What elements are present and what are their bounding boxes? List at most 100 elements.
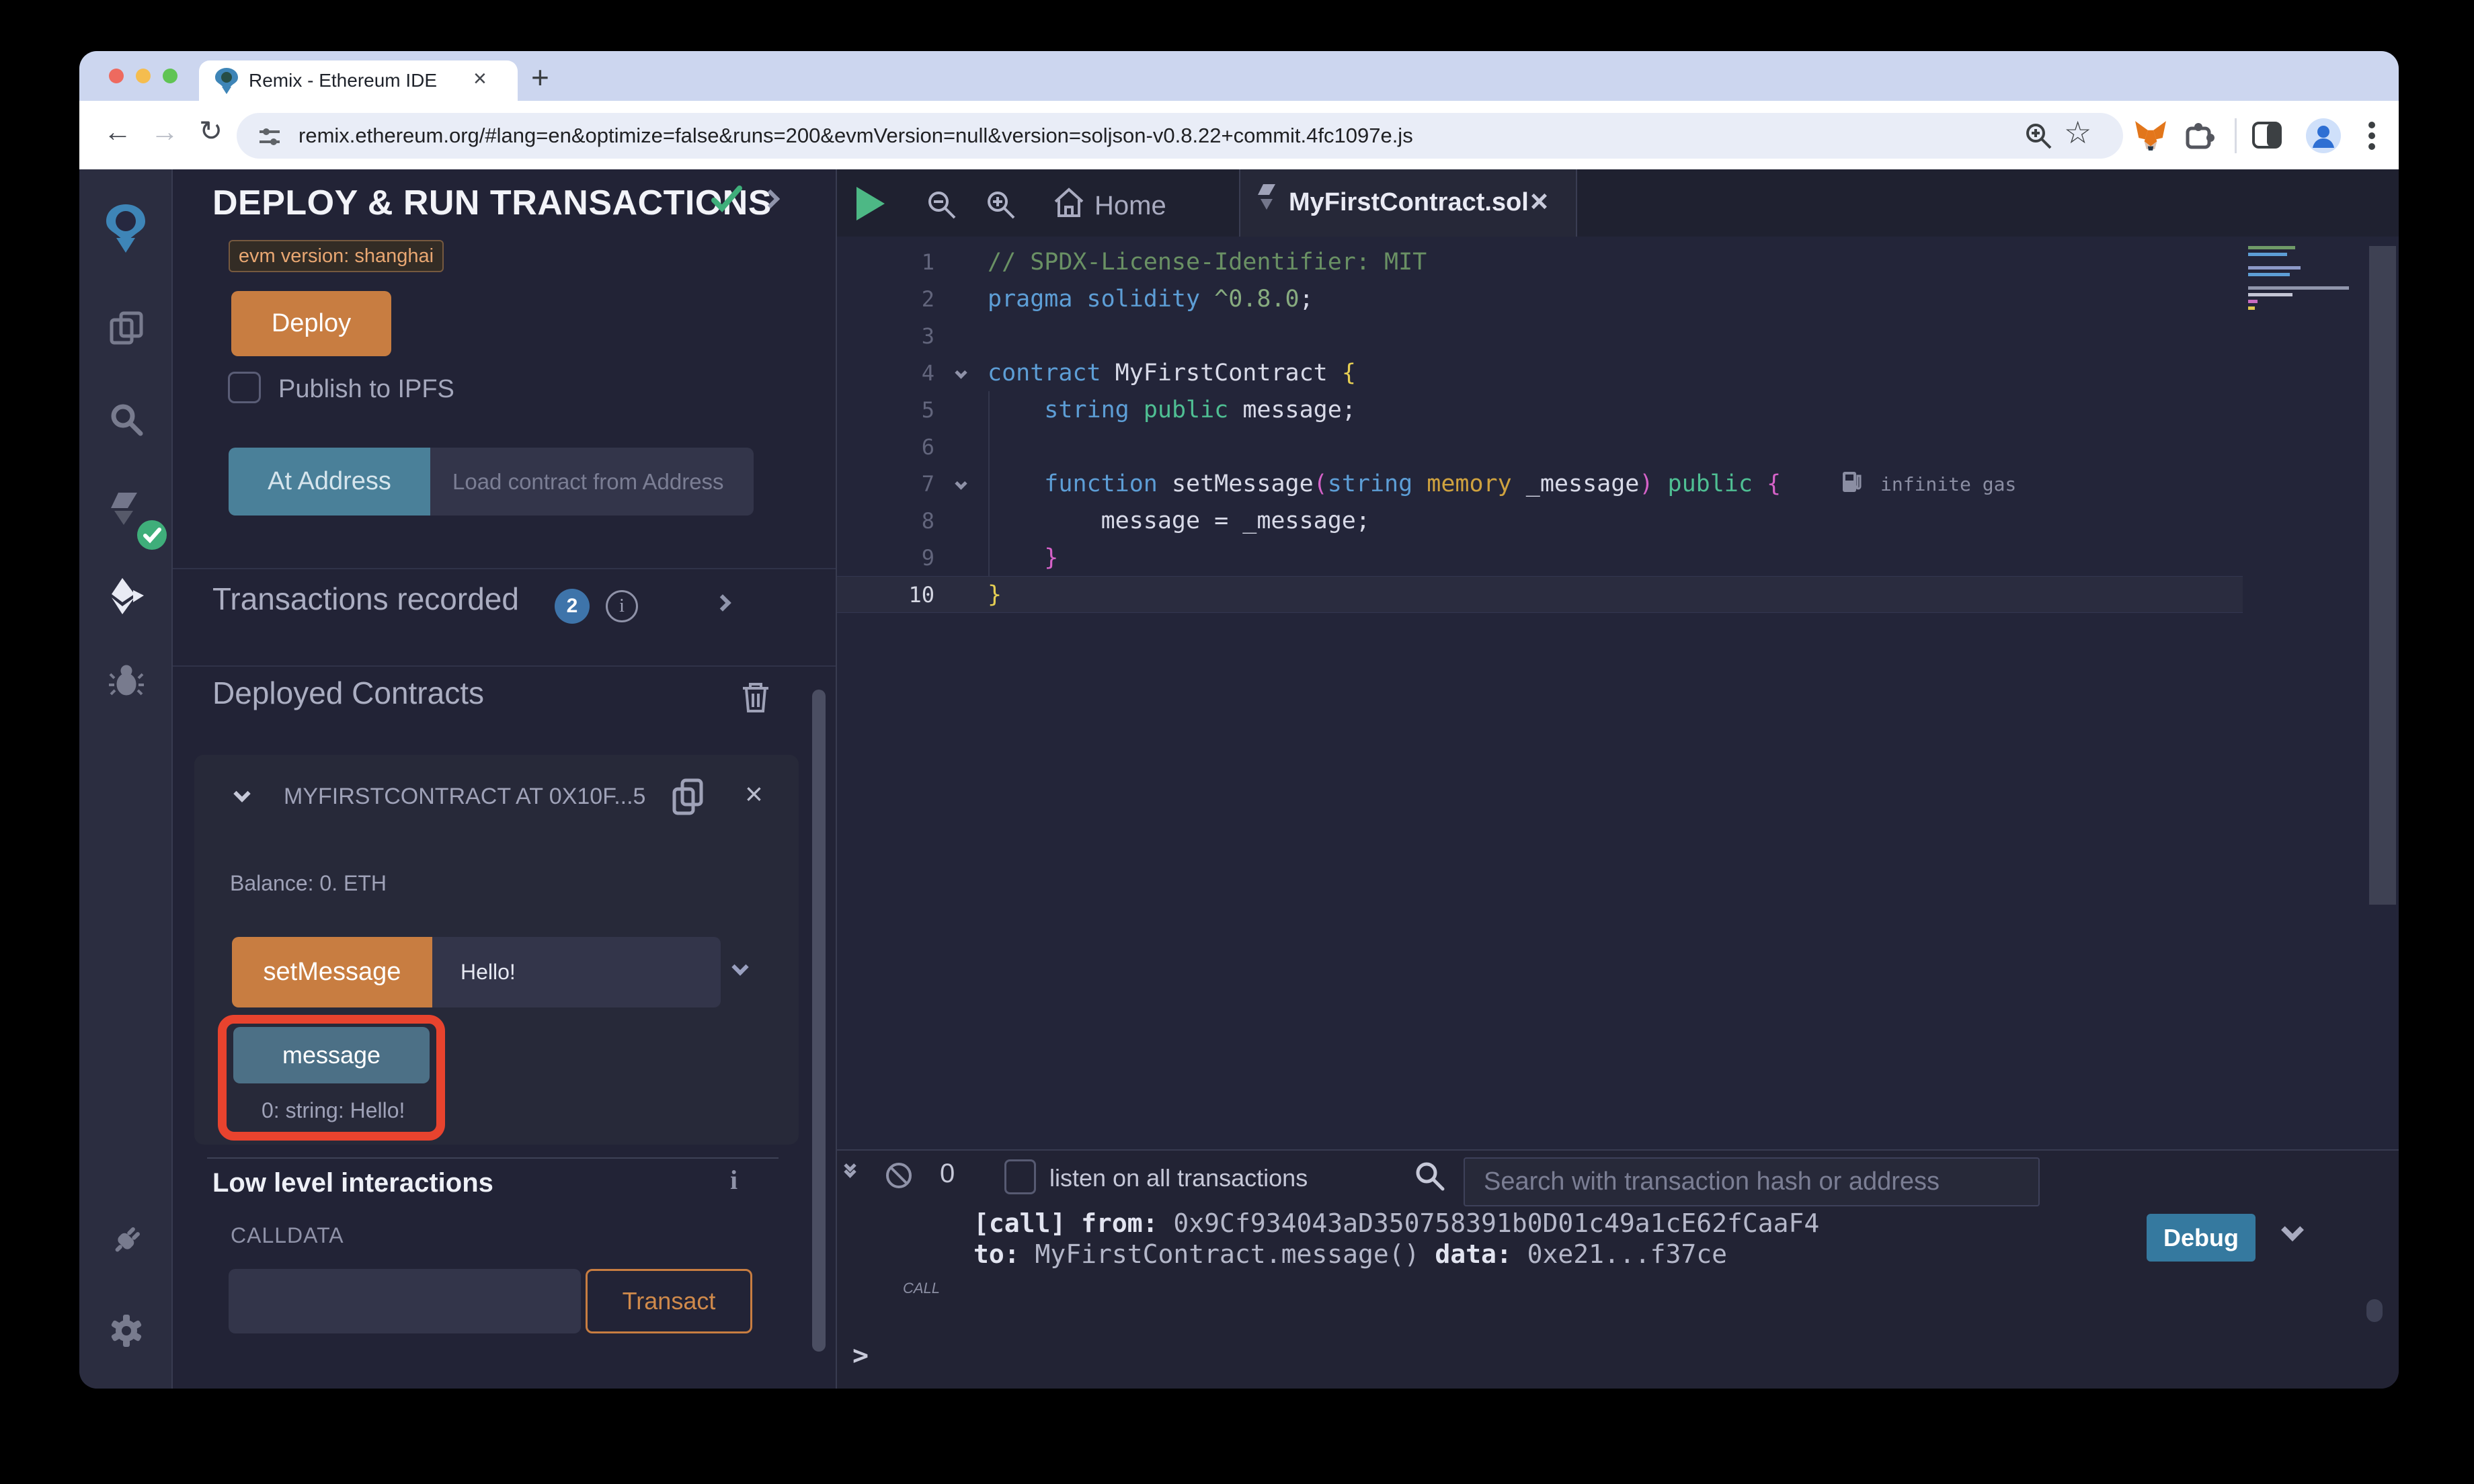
remix-logo-icon[interactable] — [103, 203, 149, 253]
back-icon[interactable]: ← — [104, 116, 132, 148]
minimap-row — [2248, 266, 2301, 270]
log-line-1[interactable]: [call] from: 0x9Cf934043aD350758391b0D01… — [973, 1208, 1819, 1238]
close-window-button[interactable] — [109, 69, 124, 83]
metamask-icon[interactable] — [2134, 118, 2167, 152]
line-number: 5 — [837, 397, 934, 423]
terminal-search-input[interactable] — [1464, 1157, 2040, 1206]
publish-ipfs-label: Publish to IPFS — [278, 375, 454, 404]
set-message-input[interactable] — [432, 937, 721, 1007]
log-line-2[interactable]: to: MyFirstContract.message() data: 0xe2… — [973, 1239, 1727, 1269]
editor-scrollbar[interactable] — [2369, 246, 2396, 905]
code-text: pragma solidity ^0.8.0; — [988, 286, 1314, 313]
side-panel-icon[interactable] — [2251, 120, 2283, 151]
code-line-4[interactable]: 4contract MyFirstContract { — [837, 354, 2243, 391]
home-icon[interactable] — [1053, 187, 1085, 219]
fold-chevron-icon[interactable] — [934, 368, 988, 377]
close-tab-icon[interactable]: × — [473, 66, 487, 92]
settings-gear-icon[interactable] — [109, 1313, 144, 1348]
transactions-count-badge: 2 — [555, 589, 590, 624]
listen-checkbox[interactable] — [1004, 1159, 1036, 1194]
code-line-7[interactable]: 7 function setMessage(string memory _mes… — [837, 465, 2243, 502]
code-line-5[interactable]: 5 string public message; — [837, 391, 2243, 428]
at-address-button[interactable]: At Address — [229, 448, 430, 516]
transact-button[interactable]: Transact — [586, 1269, 752, 1333]
code-lines[interactable]: 1// SPDX-License-Identifier: MIT2pragma … — [837, 237, 2243, 613]
plugin-manager-plug-icon[interactable] — [109, 1223, 144, 1258]
transactions-recorded-label: Transactions recorded — [212, 581, 519, 617]
minimap-row — [2248, 253, 2287, 256]
code-line-1[interactable]: 1// SPDX-License-Identifier: MIT — [837, 243, 2243, 280]
close-file-icon[interactable]: × — [1530, 183, 1548, 219]
code-line-3[interactable]: 3 — [837, 317, 2243, 354]
compile-success-badge — [137, 520, 167, 550]
debugger-bug-icon[interactable] — [109, 662, 144, 697]
trash-icon[interactable] — [742, 682, 770, 714]
extensions-puzzle-icon[interactable] — [2182, 118, 2216, 152]
terminal-prompt[interactable]: > — [852, 1340, 869, 1371]
reload-icon[interactable]: ↻ — [199, 114, 223, 147]
line-number: 8 — [837, 508, 934, 534]
code-line-2[interactable]: 2pragma solidity ^0.8.0; — [837, 280, 2243, 317]
calldata-label: CALLDATA — [231, 1223, 344, 1248]
new-tab-button[interactable]: + — [531, 59, 549, 95]
clear-pending-icon[interactable] — [883, 1160, 914, 1191]
minimap-row — [2248, 246, 2295, 249]
copy-icon[interactable] — [672, 778, 704, 817]
panel-scrollbar[interactable] — [812, 690, 826, 1352]
fold-chevron-icon[interactable] — [934, 479, 988, 488]
expand-terminal-icon[interactable] — [846, 1161, 854, 1176]
code-text: string public message; — [988, 397, 1356, 423]
code-line-8[interactable]: 8 message = _message; — [837, 502, 2243, 539]
toolbar-divider — [2235, 118, 2237, 153]
zoom-out-icon[interactable] — [925, 188, 957, 220]
at-address-label: At Address — [268, 467, 391, 496]
message-button[interactable]: message — [233, 1027, 430, 1083]
transact-label: Transact — [623, 1287, 716, 1315]
forward-icon[interactable]: → — [151, 116, 179, 148]
low-level-info-icon[interactable]: i — [730, 1164, 737, 1196]
zoom-in-icon[interactable] — [984, 188, 1016, 220]
at-address-input[interactable] — [430, 448, 754, 516]
tab-home[interactable]: Home — [1094, 191, 1166, 221]
url-text[interactable]: remix.ethereum.org/#lang=en&optimize=fal… — [298, 124, 1413, 148]
minimap-row — [2248, 300, 2258, 303]
profile-avatar[interactable] — [2306, 118, 2341, 153]
minimap-row — [2248, 286, 2349, 290]
contract-balance: Balance: 0. ETH — [230, 871, 387, 896]
run-script-play-icon[interactable] — [856, 187, 885, 220]
remove-contract-icon[interactable]: × — [745, 776, 763, 812]
menu-dots-icon[interactable] — [2368, 120, 2376, 152]
line-number: 9 — [837, 545, 934, 571]
deploy-button[interactable]: Deploy — [231, 291, 391, 356]
message-result: 0: string: Hello! — [262, 1098, 405, 1123]
transactions-info-icon[interactable]: i — [606, 590, 638, 622]
code-text: message = _message; — [988, 507, 1370, 534]
code-line-6[interactable]: 6 — [837, 428, 2243, 465]
publish-ipfs-checkbox[interactable] — [228, 372, 261, 403]
deploy-run-icon[interactable] — [106, 577, 145, 616]
message-button-label: message — [282, 1041, 381, 1069]
minimap[interactable] — [2248, 246, 2369, 313]
tab-title: Remix - Ethereum IDE — [249, 70, 437, 91]
set-message-button[interactable]: setMessage — [232, 937, 432, 1007]
file-explorer-icon[interactable] — [109, 311, 144, 345]
minimize-window-button[interactable] — [136, 69, 151, 83]
zoom-page-icon[interactable] — [2024, 121, 2053, 151]
search-plugin-icon[interactable] — [109, 402, 144, 437]
tune-icon[interactable] — [258, 125, 281, 148]
calldata-input[interactable] — [229, 1269, 581, 1333]
log-call-badge: CALL — [903, 1280, 940, 1297]
active-file-name: MyFirstContract.sol — [1289, 188, 1529, 217]
listen-label: listen on all transactions — [1049, 1164, 1308, 1192]
code-text: } — [988, 544, 1058, 571]
panel-check-icon — [710, 184, 744, 214]
terminal-scroll-thumb[interactable] — [2366, 1299, 2383, 1322]
icon-sidebar-bg — [79, 169, 173, 1389]
debug-button[interactable]: Debug — [2147, 1214, 2256, 1262]
bookmark-star-icon[interactable]: ☆ — [2064, 114, 2091, 151]
code-line-10[interactable]: 10} — [837, 576, 2243, 613]
panel-title: DEPLOY & RUN TRANSACTIONS — [212, 183, 772, 223]
set-message-label: setMessage — [264, 958, 401, 987]
code-line-9[interactable]: 9 } — [837, 539, 2243, 576]
maximize-window-button[interactable] — [163, 69, 177, 83]
